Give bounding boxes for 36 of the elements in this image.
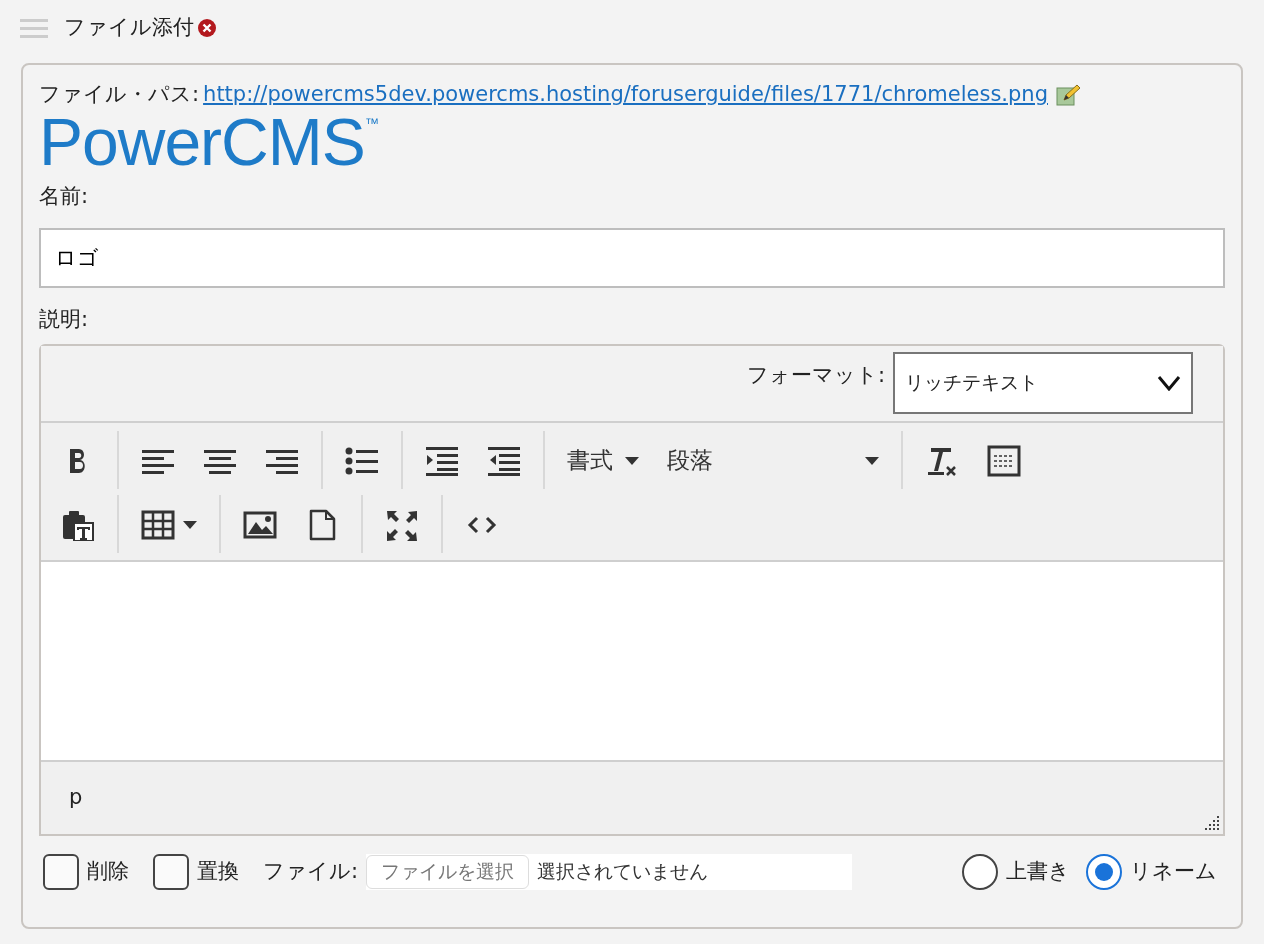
section-title: ファイル添付 <box>64 14 194 42</box>
description-label: 説明: <box>39 306 90 333</box>
radio-button[interactable] <box>962 853 998 890</box>
radio-label: 上書き <box>1006 857 1070 885</box>
checkbox-label: 削除 <box>87 857 129 885</box>
paste-text-icon <box>61 508 95 541</box>
fullscreen-icon <box>385 508 419 541</box>
outdent-icon <box>487 444 521 477</box>
caret-icon <box>865 456 879 465</box>
file-label: ファイル: <box>263 857 359 885</box>
chevron-down-icon <box>1157 374 1181 391</box>
name-input-field[interactable]: ロゴ <box>39 228 1225 288</box>
powercms-logo: PowerCMS$^{™}$ <box>39 110 378 173</box>
element-path[interactable]: p <box>69 781 83 814</box>
file-path-link[interactable]: http://powercms5dev.powercms.hosting/foruserguide/files/1771/chromeless.png <box>203 79 1048 111</box>
checkbox-label: 置換 <box>197 857 239 885</box>
close-icon[interactable] <box>198 19 216 37</box>
dashed-box-icon <box>987 444 1021 477</box>
resize-handle-icon[interactable] <box>1205 815 1219 830</box>
name-label: 名前: <box>39 182 90 210</box>
radio-label: リネーム <box>1130 857 1217 885</box>
choose-file-button[interactable]: ファイルを選択 <box>366 854 530 889</box>
file-status-text: 選択されていません <box>537 859 709 885</box>
checkbox[interactable] <box>153 853 189 890</box>
indent-icon <box>425 444 459 477</box>
format-menu-button[interactable]: 書式 <box>553 428 653 493</box>
format-label: フォーマット: <box>746 361 885 389</box>
checkbox[interactable] <box>43 853 79 890</box>
radio-button[interactable] <box>1086 853 1122 890</box>
table-icon <box>141 508 175 541</box>
format-select[interactable]: リッチテキスト <box>893 351 1193 414</box>
caret-icon <box>183 520 197 529</box>
caret-icon <box>625 456 639 465</box>
paragraph-menu-button[interactable]: 段落 <box>653 428 893 493</box>
file-path-label: ファイル・パス: <box>39 81 200 108</box>
edit-icon[interactable] <box>1056 82 1082 107</box>
